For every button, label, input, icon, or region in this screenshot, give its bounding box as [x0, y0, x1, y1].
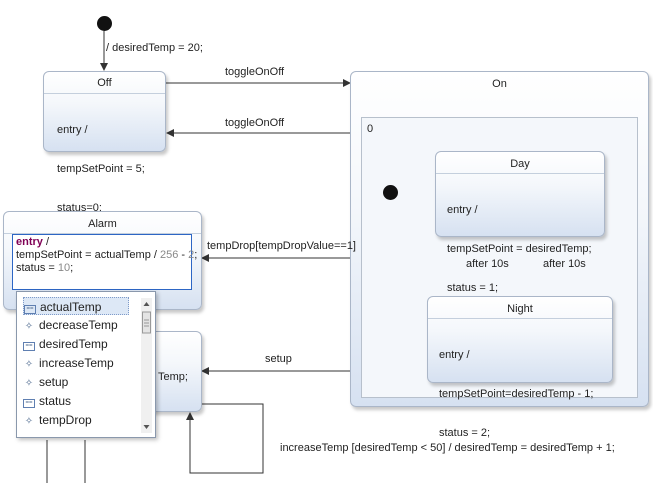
editor-line-3: status = 10; [16, 262, 188, 275]
autocomplete-item[interactable]: ✧ setup [23, 373, 69, 391]
variable-icon: == [24, 305, 36, 314]
state-on-title: On [492, 78, 507, 90]
autocomplete-item-label: increaseTemp [39, 356, 114, 370]
state-day-title: Day [510, 158, 530, 170]
editor-number: 256 [160, 249, 179, 261]
transition-day-to-night-label[interactable]: after 10s [466, 258, 509, 270]
state-day-line: tempSetPoint = desiredTemp; [447, 243, 592, 255]
day-initial-dot[interactable] [383, 185, 398, 200]
state-off[interactable]: Off entry / tempSetPoint = 5; status=0; [43, 71, 166, 214]
autocomplete-item[interactable]: == desiredTemp [23, 335, 108, 353]
state-night-separator [428, 318, 612, 319]
transition-off-to-on-label[interactable]: toggleOnOff [225, 66, 284, 78]
transition-night-to-day-label[interactable]: after 10s [543, 258, 586, 270]
event-icon: ✧ [24, 416, 34, 427]
editor-text: - [178, 249, 189, 261]
autocomplete-item[interactable]: ✧ tempDrop [23, 411, 92, 429]
state-night-title: Night [507, 303, 533, 315]
editor-text: / [42, 236, 50, 248]
event-icon: ✧ [24, 359, 34, 370]
autocomplete-item-label: tempDrop [39, 413, 92, 427]
state-off-title: Off [97, 77, 112, 89]
state-night-line: entry / [439, 349, 470, 361]
autocomplete-item-label: desiredTemp [39, 337, 108, 351]
initial-state-dot[interactable] [97, 16, 112, 31]
transition-on-to-lower-label[interactable]: setup [265, 353, 292, 365]
editor-line-2: tempSetPoint = actualTemp / 256 - 2; [16, 249, 197, 262]
state-off-line: entry / [57, 124, 88, 136]
editor-text: tempSetPoint = actualTemp / [16, 249, 160, 261]
state-off-line: tempSetPoint = 5; [57, 163, 145, 175]
autocomplete-scrollbar[interactable] [141, 298, 152, 433]
autocomplete-item[interactable]: == actualTemp [23, 297, 129, 315]
transition-on-to-alarm-label[interactable]: tempDrop[tempDropValue==1] [207, 240, 356, 252]
state-day-line: status = 1; [447, 282, 499, 294]
transition-on-to-off-label[interactable]: toggleOnOff [225, 117, 284, 129]
editor-text: status = [16, 262, 58, 274]
state-alarm-title: Alarm [88, 218, 117, 230]
autocomplete-item-label: actualTemp [40, 300, 102, 314]
state-lower-body: Temp; [158, 371, 188, 383]
state-day[interactable]: Day entry / tempSetPoint = desiredTemp; … [435, 151, 605, 294]
autocomplete-item-label: status [39, 394, 72, 408]
autocomplete-item[interactable]: ✧ decreaseTemp [23, 316, 118, 334]
initial-transition-label[interactable]: / desiredTemp = 20; [106, 42, 203, 54]
editor-text: ; [70, 262, 74, 274]
autocomplete-item[interactable]: ✧ increaseTemp [23, 354, 114, 372]
state-night-line: tempSetPoint=desiredTemp - 1; [439, 388, 594, 400]
variable-icon: == [23, 399, 35, 408]
autocomplete-item-label: setup [39, 375, 69, 389]
state-night-line: status = 2; [439, 427, 491, 439]
state-day-line: entry / [447, 204, 478, 216]
self-loop-line [186, 403, 264, 474]
event-icon: ✧ [24, 378, 34, 389]
editor-number: 10 [57, 262, 71, 274]
state-off-separator [44, 93, 165, 94]
autocomplete-item-label: decreaseTemp [39, 318, 118, 332]
state-alarm-inline-editor[interactable]: entry / tempSetPoint = actualTemp / 256 -… [12, 234, 197, 290]
event-icon: ✧ [24, 321, 34, 332]
state-night[interactable]: Night entry / tempSetPoint=desiredTemp -… [427, 296, 613, 439]
variable-icon: == [23, 342, 35, 351]
editor-text: ; [194, 249, 198, 261]
transition-self-loop-label[interactable]: increaseTemp [desiredTemp < 50] / desire… [280, 442, 615, 454]
autocomplete-popup[interactable]: == actualTemp ✧ decreaseTemp == desiredTemp… [16, 291, 156, 438]
autocomplete-item[interactable]: == status [23, 392, 71, 410]
state-day-separator [436, 173, 604, 174]
region-label: 0 [367, 123, 374, 135]
editor-keyword: entry [16, 236, 43, 248]
editor-line-1: entry / [16, 236, 188, 249]
